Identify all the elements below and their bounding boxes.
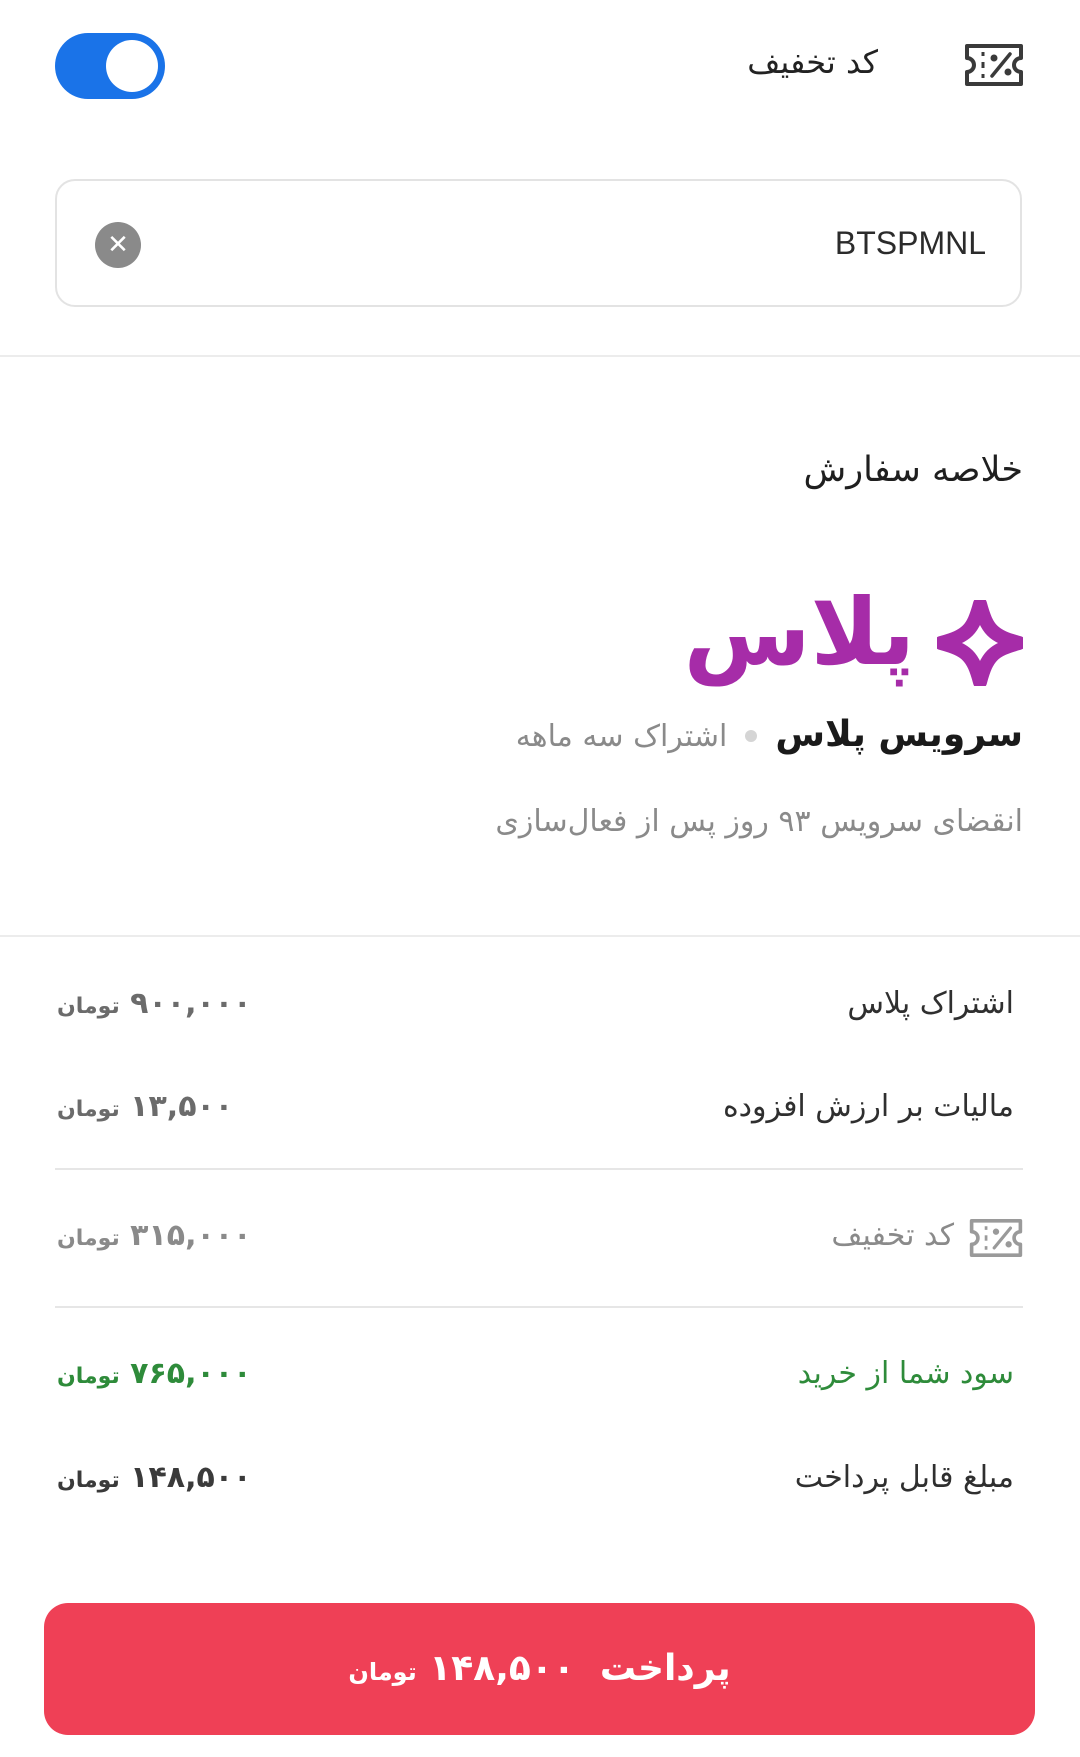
row-label-savings: سود شما از خرید [797,1356,1014,1391]
coupon-percent-icon [969,1219,1023,1257]
separator-dot [745,730,758,742]
row-amount-vat: ۱۳,۵۰۰ تومان [57,1089,234,1124]
section-divider [0,355,1080,357]
row-label-vat: مالیات بر ارزش افزوده [722,1089,1014,1124]
service-name: سرویس پلاس [775,714,1023,755]
plus-brand-logo: پلاس [683,579,915,686]
row-label-discount: کد تخفیف [831,1218,954,1253]
row-divider [55,1306,1023,1308]
service-expiry: انقضای سرویس ۹۳ روز پس از فعال‌سازی [495,804,1023,839]
discount-label: کد تخفیف [747,43,878,81]
discount-toggle[interactable] [55,33,165,99]
pay-button-amount: ۱۴۸,۵۰۰ [429,1648,575,1689]
service-plan: اشتراک سه ماهه [515,719,728,754]
row-amount-savings: ۷۶۵,۰۰۰ تومان [57,1356,252,1391]
order-summary-title: خلاصه سفارش [803,450,1023,490]
row-label-subscription: اشتراک پلاس [847,986,1014,1021]
coupon-percent-icon [965,44,1023,86]
service-line: سرویس پلاس اشتراک سه ماهه [516,710,1023,762]
row-amount-discount: ۳۱۵,۰۰۰ تومان [57,1218,252,1253]
toggle-knob [106,40,158,92]
clear-icon[interactable]: ✕ [95,222,141,268]
row-divider [55,1168,1023,1170]
row-label-payable: مبلغ قابل پرداخت [794,1460,1014,1495]
four-point-star-icon [937,600,1023,686]
pay-button-label: پرداخت [599,1648,731,1689]
discount-code-input[interactable] [226,181,986,305]
section-divider [0,935,1080,937]
pay-button-unit: تومان [348,1658,417,1686]
row-amount-subscription: ۹۰۰,۰۰۰ تومان [57,986,252,1021]
discount-code-field[interactable]: ✕ [55,179,1022,307]
pay-button[interactable]: پرداخت ۱۴۸,۵۰۰ تومان [44,1603,1035,1735]
row-amount-payable: ۱۴۸,۵۰۰ تومان [57,1460,252,1495]
